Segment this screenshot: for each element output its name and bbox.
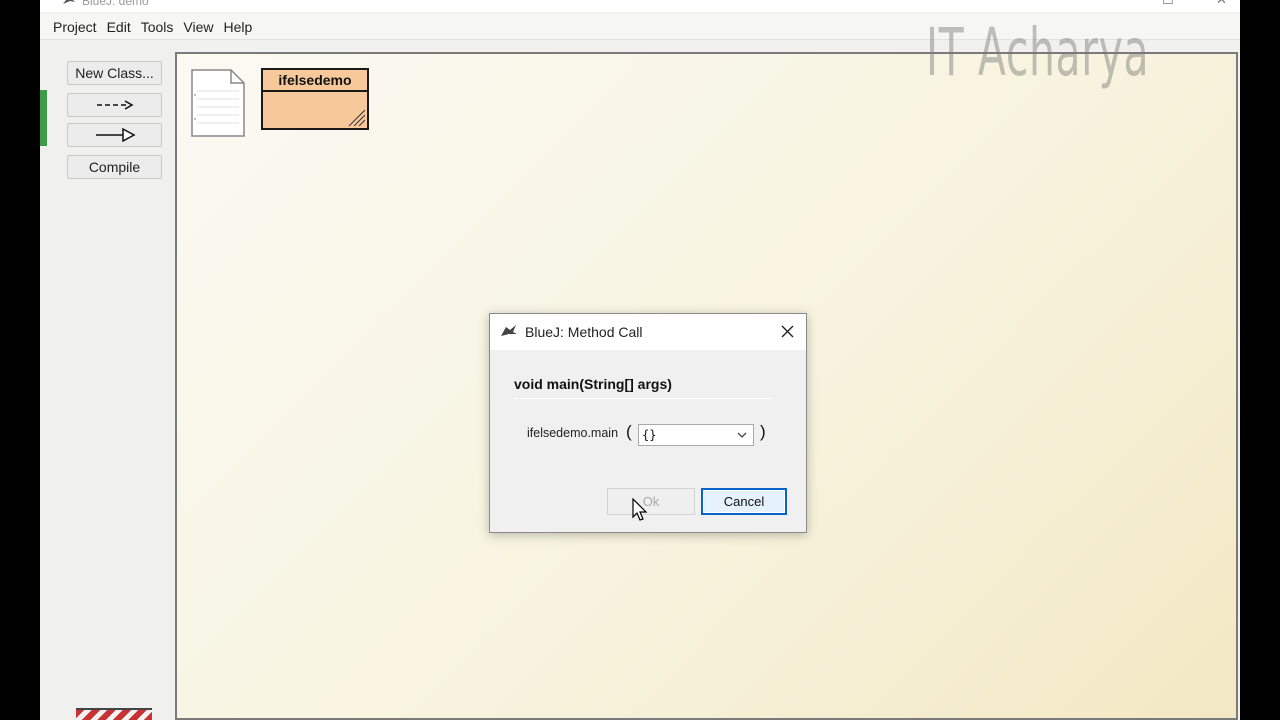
class-header-divider bbox=[263, 90, 367, 92]
menu-tools[interactable]: Tools bbox=[141, 19, 174, 35]
close-icon bbox=[781, 325, 793, 337]
machine-status-indicator[interactable] bbox=[76, 708, 152, 720]
cancel-button[interactable]: Cancel bbox=[701, 488, 787, 515]
compiled-hatch-icon bbox=[348, 109, 365, 126]
readme-document-icon[interactable] bbox=[191, 69, 245, 137]
title-bar: BlueJ: demo ☐ ✕ bbox=[40, 0, 1240, 12]
menu-project[interactable]: Project bbox=[53, 19, 97, 35]
uses-arrow-icon bbox=[96, 100, 134, 110]
menu-edit[interactable]: Edit bbox=[107, 19, 131, 35]
side-toolbar: New Class... Compile bbox=[40, 52, 176, 720]
new-class-button[interactable]: New Class... bbox=[67, 61, 162, 85]
dialog-title: BlueJ: Method Call bbox=[525, 324, 643, 340]
argument-value: {} bbox=[642, 428, 657, 442]
chevron-down-icon[interactable] bbox=[736, 430, 748, 440]
window-title: BlueJ: demo bbox=[82, 0, 149, 8]
uses-arrow-button[interactable] bbox=[67, 93, 162, 117]
method-call-dialog: BlueJ: Method Call void main(String[] ar… bbox=[489, 313, 807, 533]
maximize-button[interactable]: ☐ bbox=[1162, 0, 1174, 8]
open-paren: ( bbox=[626, 422, 632, 441]
menu-help[interactable]: Help bbox=[223, 19, 252, 35]
compile-button[interactable]: Compile bbox=[67, 155, 162, 179]
dialog-title-bar: BlueJ: Method Call bbox=[490, 314, 806, 350]
ok-button[interactable]: Ok bbox=[607, 488, 695, 515]
class-name: ifelsedemo bbox=[278, 72, 352, 88]
dialog-close-button[interactable] bbox=[778, 322, 796, 340]
class-box-ifelsedemo[interactable]: ifelsedemo bbox=[261, 68, 369, 130]
method-signature: void main(String[] args) bbox=[514, 376, 672, 392]
dialog-divider bbox=[514, 398, 772, 399]
bluej-bird-icon bbox=[501, 325, 517, 336]
bluej-app-icon bbox=[63, 0, 75, 4]
close-window-button[interactable]: ✕ bbox=[1216, 0, 1227, 8]
close-paren: ) bbox=[760, 422, 766, 441]
method-call-label: ifelsedemo.main bbox=[527, 426, 619, 440]
menu-view[interactable]: View bbox=[183, 19, 213, 35]
inherits-arrow-button[interactable] bbox=[67, 123, 162, 147]
inherits-arrow-icon bbox=[95, 128, 136, 142]
argument-combobox[interactable]: {} bbox=[638, 424, 754, 446]
watermark-logo: IT Acharya bbox=[926, 14, 1150, 91]
